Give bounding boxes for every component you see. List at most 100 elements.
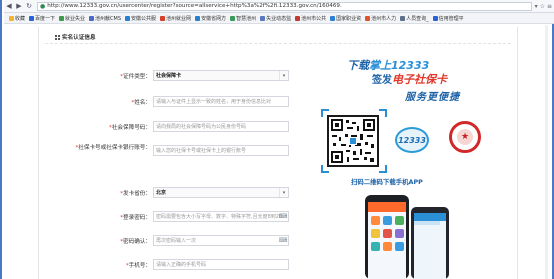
vertical-scrollbar[interactable] — [545, 25, 548, 279]
bookmark-icon — [432, 15, 438, 21]
refresh-icon[interactable]: ↻ — [24, 1, 34, 11]
input-placeholder: 请向我局的社会保障号码为公民身份号码 — [156, 124, 247, 130]
bookmark-label: 信用管理平 — [438, 15, 464, 22]
input-placeholder: 请输入正确的手机号码 — [156, 262, 207, 268]
field-label: *社保卡号或社保卡银行账号： — [41, 144, 151, 152]
bookmark-label: 池州就业网 — [166, 15, 192, 22]
bookmark-icon — [260, 15, 266, 21]
chevron-down-icon[interactable]: ▾ — [279, 188, 288, 197]
field-label: *密码确认： — [120, 237, 151, 245]
field-label: *社会保障号码： — [109, 123, 151, 131]
select-field[interactable]: 北京 ▾ — [153, 187, 289, 198]
scan-corner — [379, 165, 387, 173]
bookmark-label: 池州市公共 — [301, 15, 327, 22]
text-input[interactable]: 请向我局的社会保障号码为公民身份号码 — [153, 121, 289, 132]
bookmarks-bar: 收藏 百度一下 就业失业 池州献CMS 安徽公共服 池州就业网 安徽省网方 智慧池州 失业动态监… — [4, 13, 554, 24]
qr-code — [327, 115, 379, 167]
site-icon: ● — [40, 2, 46, 10]
field-label: *发卡省份： — [120, 189, 151, 197]
field-label-text: 手机号： — [128, 263, 151, 269]
text-input[interactable]: 密码需要包含大小写字母、数字、特殊字符,且长度8到20 ⌨ — [153, 211, 289, 222]
field-label: *手机号： — [126, 261, 151, 269]
bookmark-label: 失业动态监 — [266, 15, 292, 22]
section-header: 实名认证信息 — [55, 33, 96, 41]
bookmark-item[interactable]: 失业动态监 — [258, 15, 293, 22]
text-input[interactable]: 再次密码输入一次 ⌨ — [153, 235, 289, 246]
form-row: *发卡省份： 北京 ▾ — [39, 187, 299, 201]
text-input[interactable]: 请输入与证件上显示一致的姓名，用于身份信息比对 — [153, 96, 289, 107]
app-promo: 下载掌上12333 签发电子社保卡 服务更便捷 12333 ★ 扫码二维码下载手… — [307, 45, 513, 279]
bookmark-label: 百度一下 — [35, 15, 56, 22]
scan-corner — [379, 109, 387, 117]
bookmark-icon — [125, 15, 131, 21]
bookmark-icon — [230, 15, 236, 21]
field-label-text: 社保卡号或社保卡银行账号： — [78, 145, 151, 151]
phone-mockup — [365, 195, 409, 279]
bookmark-label: 智慧池州 — [236, 15, 257, 22]
bookmark-label: 国家职业资 — [336, 15, 362, 22]
keyboard-icon[interactable]: ⌨ — [279, 237, 288, 244]
bookmark-item[interactable]: 信用管理平 — [431, 15, 466, 22]
forward-arrow-icon[interactable]: ▶ — [14, 1, 24, 11]
bookmark-label: 安徽公共服 — [131, 15, 157, 22]
back-arrow-icon[interactable]: ◀ — [4, 1, 14, 11]
bookmark-item[interactable]: 池州市公共 — [293, 15, 328, 22]
url-field[interactable]: ● http://www.12333.gov.cn/usercenter/reg… — [37, 1, 532, 11]
bookmark-icon — [295, 15, 301, 21]
field-label: *证件类型： — [120, 72, 151, 80]
url-text: http://www.12333.gov.cn/usercenter/regis… — [47, 3, 342, 9]
bookmark-item[interactable]: 就业失业 — [57, 15, 87, 22]
select-field[interactable]: 社会保障卡 ▾ — [153, 70, 289, 81]
bookmark-item[interactable]: 国家职业资 — [328, 15, 363, 22]
menu-icon[interactable]: ≡ — [547, 3, 552, 10]
field-label-text: 发卡省份： — [123, 191, 151, 197]
address-bar: ◀ ▶ ↻ ● http://www.12333.gov.cn/usercent… — [4, 0, 554, 13]
logo-text: 12333 — [398, 135, 426, 145]
form-row: *社保卡号或社保卡银行账号： 输入您的社保卡号或社保卡上的银行账号 — [39, 145, 299, 159]
bookmark-icon — [9, 15, 14, 21]
browser-window: ◀ ▶ ↻ ● http://www.12333.gov.cn/usercent… — [0, 0, 554, 279]
bookmark-label: 人员查询_ — [406, 15, 429, 22]
bookmark-item[interactable]: 百度一下 — [27, 15, 57, 22]
bookmark-item[interactable]: 池州就业网 — [158, 15, 193, 22]
chevron-down-icon[interactable]: ▾ — [279, 71, 288, 80]
star-icon[interactable]: ☆ — [540, 3, 545, 10]
form-row: *证件类型： 社会保障卡 ▾ — [39, 70, 299, 84]
field-label: *登录密码： — [120, 213, 151, 221]
bookmark-label: 安徽省网方 — [201, 15, 227, 22]
section-title: 实名认证信息 — [62, 35, 96, 41]
bookmark-item[interactable]: 智慧池州 — [228, 15, 258, 22]
bookmark-label: 池州献CMS — [95, 15, 122, 22]
bookmark-item[interactable]: 安徽公共服 — [123, 15, 158, 22]
scan-corner — [321, 109, 329, 117]
field-label-text: 登录密码： — [123, 215, 151, 221]
bookmark-item[interactable]: 收藏 — [7, 15, 27, 22]
bookmark-icon — [195, 15, 201, 21]
text-input[interactable]: 请输入正确的手机号码 — [153, 259, 289, 270]
bookmark-item[interactable]: 池州献CMS — [87, 15, 123, 22]
register-page: 实名认证信息 *证件类型： 社会保障卡 ▾ *姓名： 请输入与证件上显示一致的姓名，用于… — [38, 27, 518, 279]
bookmark-label: 池州市人力 — [371, 15, 397, 22]
qr-pattern — [331, 119, 375, 163]
text-input[interactable]: 输入您的社保卡号或社保卡上的银行账号 — [153, 145, 289, 156]
scan-corner — [321, 165, 329, 173]
field-label-text: 姓名： — [134, 100, 151, 106]
form-row: *姓名： 请输入与证件上显示一致的姓名，用于身份信息比对 — [39, 96, 299, 110]
bookmark-item[interactable]: 安徽省网方 — [193, 15, 228, 22]
bookmark-icon — [160, 15, 166, 21]
bookmark-item[interactable]: 人员查询_ — [398, 15, 431, 22]
promo-line-2: 签发电子社保卡 — [372, 73, 447, 86]
logo-12333: 12333 — [395, 127, 429, 153]
national-emblem-icon: ★ — [449, 121, 481, 153]
keyboard-icon[interactable]: ⌨ — [279, 213, 288, 220]
bookmark-icon — [59, 15, 65, 21]
promo-line-3: 服务更便捷 — [405, 92, 460, 103]
dropdown-icon[interactable]: ▾ — [535, 3, 538, 10]
field-label: *姓名： — [131, 98, 151, 106]
bookmark-icon — [365, 15, 371, 21]
input-placeholder: 输入您的社保卡号或社保卡上的银行账号 — [156, 148, 247, 154]
bookmark-icon — [330, 15, 336, 21]
bookmark-icon — [29, 15, 35, 21]
bookmark-item[interactable]: 池州市人力 — [363, 15, 398, 22]
form-row: *社会保障号码： 请向我局的社会保障号码为公民身份号码 — [39, 121, 299, 135]
